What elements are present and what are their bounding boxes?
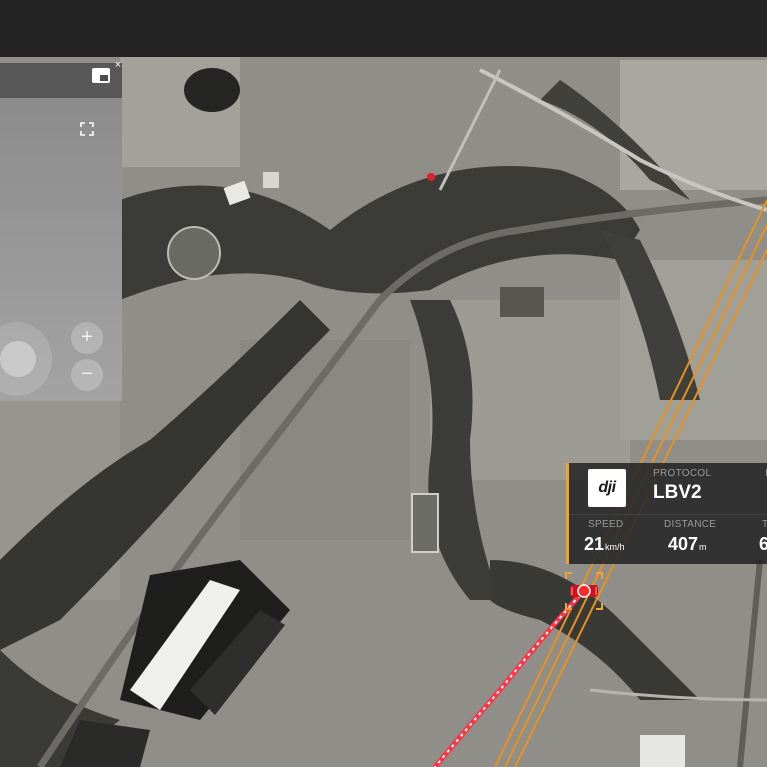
pip-close-icon[interactable]: × bbox=[113, 60, 123, 71]
dji-logo: dji bbox=[588, 469, 626, 507]
speed-value: 21 bbox=[584, 534, 605, 554]
distance-readout: 407m bbox=[668, 534, 707, 555]
drone-info-card[interactable]: dji PROTOCOL LBV2 I SPEED 21km/h DISTANC… bbox=[566, 463, 767, 564]
protocol-value: LBV2 bbox=[653, 482, 702, 503]
speed-unit: km/h bbox=[605, 542, 625, 552]
card-divider bbox=[569, 514, 767, 515]
distance-unit: m bbox=[699, 542, 707, 552]
distance-value: 407 bbox=[668, 534, 699, 554]
speed-readout: 21km/h bbox=[584, 534, 625, 555]
zoom-in-button[interactable]: + bbox=[71, 322, 103, 354]
joystick-knob[interactable] bbox=[0, 341, 36, 377]
distance-label: DISTANCE bbox=[664, 519, 717, 530]
speed-label: SPEED bbox=[588, 519, 624, 530]
protocol-label: PROTOCOL bbox=[653, 468, 712, 479]
top-bar bbox=[0, 0, 767, 57]
third-label-partial: T bbox=[762, 519, 767, 530]
third-value-partial: 6 bbox=[759, 534, 767, 554]
pip-swap-icon[interactable] bbox=[92, 68, 110, 83]
zoom-out-button[interactable]: − bbox=[71, 359, 103, 391]
drone-marker-icon[interactable] bbox=[564, 571, 604, 611]
fullscreen-icon[interactable] bbox=[80, 122, 94, 136]
